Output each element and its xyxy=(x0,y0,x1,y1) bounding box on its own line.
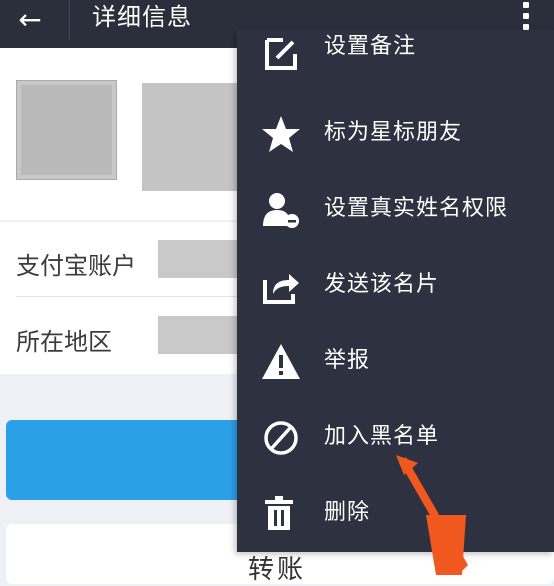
edit-icon xyxy=(265,38,297,70)
menu-item-label: 删除 xyxy=(324,500,371,525)
region-label: 所在地区 xyxy=(16,328,112,356)
block-icon xyxy=(264,421,298,455)
region-value-redacted xyxy=(158,316,248,354)
menu-item-label: 设置备注 xyxy=(324,34,417,59)
menu-item-real-name-permission[interactable]: 设置真实姓名权限 xyxy=(237,172,554,248)
share-icon xyxy=(263,274,299,304)
menu-item-send-card[interactable]: 发送该名片 xyxy=(237,248,554,324)
alipay-account-label: 支付宝账户 xyxy=(16,252,136,280)
page-title: 详细信息 xyxy=(92,3,192,31)
header-divider xyxy=(69,0,70,40)
avatar-image xyxy=(21,85,112,175)
user-minus-icon xyxy=(263,193,299,228)
trash-icon xyxy=(265,496,293,530)
avatar[interactable] xyxy=(16,80,117,180)
menu-item-label: 发送该名片 xyxy=(324,272,440,297)
menu-item-label: 举报 xyxy=(324,348,371,373)
warning-icon xyxy=(262,344,300,379)
menu-item-label: 标为星标朋友 xyxy=(324,120,463,145)
star-icon xyxy=(262,116,300,152)
menu-item-report[interactable]: 举报 xyxy=(237,324,554,400)
transfer-label: 转账 xyxy=(248,555,307,585)
menu-item-set-remark[interactable]: 设置备注 xyxy=(237,30,554,106)
back-arrow-icon[interactable]: ← xyxy=(10,4,50,40)
menu-item-star-friend[interactable]: 标为星标朋友 xyxy=(237,96,554,172)
menu-item-label: 设置真实姓名权限 xyxy=(324,196,509,221)
annotation-arrow-icon xyxy=(396,455,468,575)
alipay-account-value-redacted xyxy=(158,240,248,278)
menu-item-label: 加入黑名单 xyxy=(324,424,440,449)
profile-photo-placeholder xyxy=(142,83,240,191)
